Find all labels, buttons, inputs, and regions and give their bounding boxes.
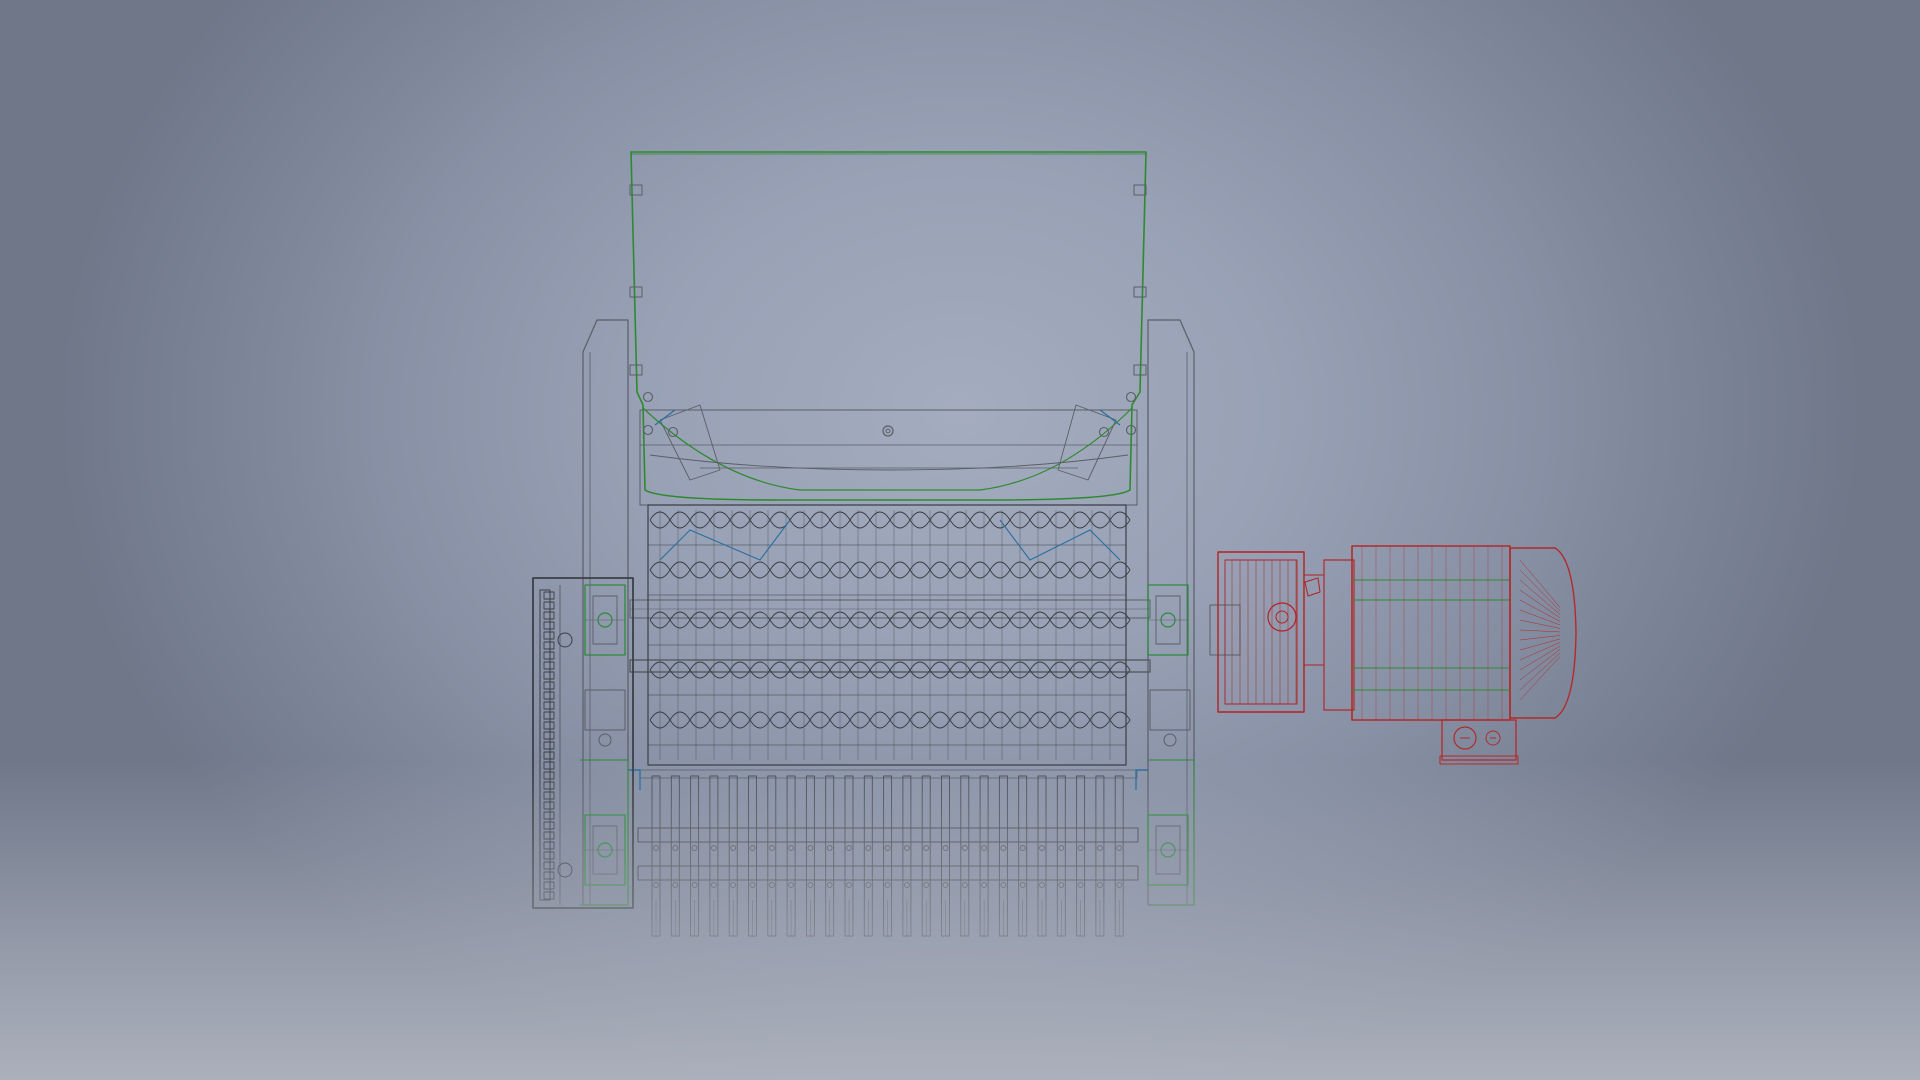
frame-bolt bbox=[1125, 391, 1137, 403]
chain-link bbox=[543, 841, 555, 850]
chain-track bbox=[539, 589, 551, 901]
chain-link bbox=[543, 591, 555, 600]
motor-endcap bbox=[1323, 559, 1355, 711]
chain-link bbox=[543, 741, 555, 750]
crusher-rotor bbox=[647, 504, 1131, 766]
rotor-base-rail bbox=[639, 769, 1138, 779]
motor-body bbox=[1351, 545, 1511, 721]
wireframe-drawing bbox=[532, 151, 1577, 937]
hopper-clamp bbox=[1133, 286, 1147, 298]
chain-link bbox=[543, 881, 555, 890]
rotor-hammer-row bbox=[649, 711, 1131, 729]
idler-bolt bbox=[598, 733, 612, 747]
left-blue-guide bbox=[628, 769, 641, 790]
frame-bolt bbox=[642, 424, 654, 436]
right-blue-guide bbox=[1135, 769, 1148, 790]
chain-link bbox=[543, 641, 555, 650]
frame-bolt bbox=[1098, 426, 1110, 438]
chain-link bbox=[543, 781, 555, 790]
chain-link bbox=[543, 861, 555, 870]
chain-link bbox=[543, 891, 555, 900]
frame-bolt bbox=[642, 391, 654, 403]
chain-link bbox=[543, 651, 555, 660]
gearbox-housing bbox=[1217, 551, 1305, 713]
chain-link bbox=[543, 771, 555, 780]
idler-bolt bbox=[1163, 733, 1177, 747]
rotor-hammer-row bbox=[649, 661, 1131, 679]
chain-link bbox=[543, 731, 555, 740]
upper-housing bbox=[639, 409, 1138, 506]
chain-link bbox=[543, 801, 555, 810]
chain-link bbox=[543, 601, 555, 610]
chain-link bbox=[543, 821, 555, 830]
flange-bolt bbox=[1304, 577, 1321, 597]
rotor-hammer-row bbox=[649, 561, 1131, 579]
deflector-edges bbox=[654, 409, 1121, 426]
right-deflector bbox=[1057, 404, 1117, 481]
chain-link bbox=[543, 671, 555, 680]
rotor-blue-links bbox=[659, 519, 1121, 561]
chain-link bbox=[543, 761, 555, 770]
chain-link bbox=[543, 611, 555, 620]
hopper-outline bbox=[630, 151, 1147, 501]
tensioner-block bbox=[584, 689, 626, 731]
left-green-bracket bbox=[580, 759, 629, 906]
rotor-hammer-row bbox=[649, 611, 1131, 629]
hopper-throat bbox=[642, 407, 1133, 491]
chain-link bbox=[543, 701, 555, 710]
chain-link bbox=[543, 811, 555, 820]
screen-lower-bar bbox=[637, 865, 1139, 881]
screen-upper-bar bbox=[637, 827, 1139, 843]
left-deflector bbox=[659, 404, 721, 481]
hopper-clamp bbox=[629, 286, 643, 298]
chain-link bbox=[543, 661, 555, 670]
cad-viewport[interactable] bbox=[0, 0, 1920, 1080]
chain-link bbox=[543, 751, 555, 760]
feed-hopper bbox=[629, 151, 1147, 501]
chain-link bbox=[543, 721, 555, 730]
frame-bolt bbox=[667, 426, 679, 438]
chain-link bbox=[543, 831, 555, 840]
chain-link bbox=[543, 871, 555, 880]
tensioner-block bbox=[1149, 689, 1191, 731]
hopper-bolt bbox=[882, 425, 894, 437]
gearbox bbox=[1209, 551, 1325, 713]
chain-link bbox=[543, 681, 555, 690]
electric-motor bbox=[1323, 545, 1577, 765]
chain-link bbox=[543, 691, 555, 700]
rotor-hammer-row bbox=[649, 511, 1131, 529]
fan-cowl bbox=[1509, 547, 1577, 719]
chain-link bbox=[543, 851, 555, 860]
chain-link bbox=[543, 711, 555, 720]
chain-link bbox=[543, 631, 555, 640]
motor-flange bbox=[1303, 574, 1325, 666]
chain-link bbox=[543, 791, 555, 800]
discharge-screen bbox=[628, 769, 1148, 937]
shaft-bearings bbox=[584, 584, 1191, 886]
chain-link bbox=[543, 621, 555, 630]
terminal-box bbox=[1441, 719, 1517, 761]
